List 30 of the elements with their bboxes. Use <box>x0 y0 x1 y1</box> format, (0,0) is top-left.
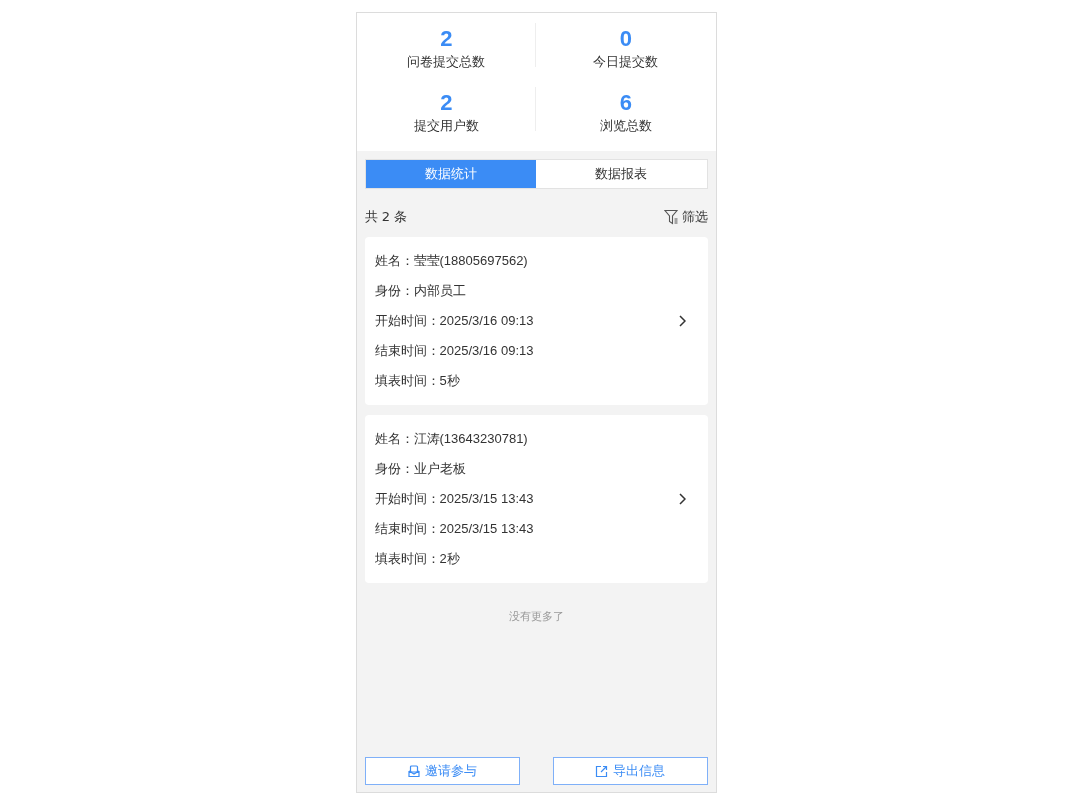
end-note: 没有更多了 <box>508 609 564 624</box>
record-field: 结束时间：2025/3/16 09:13 <box>374 336 679 366</box>
stat-value: 2 <box>440 26 453 52</box>
filter-icon <box>663 209 679 225</box>
record-card[interactable]: 姓名：江涛(13643230781) 身份：业户老板 开始时间：2025/3/15 13:43 结束时间：2025/3/15 13:43 填表时间：2秒 <box>364 415 708 583</box>
envelope-icon <box>407 764 420 778</box>
record-field: 身份：内部员工 <box>374 276 679 306</box>
stat-label: 提交用户数 <box>413 117 479 135</box>
chevron-right-icon <box>678 315 686 327</box>
record-field: 身份：业户老板 <box>374 454 679 484</box>
stat-value: 0 <box>619 26 632 52</box>
record-count: 共 2 条 <box>364 208 408 226</box>
stat-label: 问卷提交总数 <box>407 53 486 71</box>
export-button[interactable]: 导出信息 <box>552 757 708 785</box>
stat-value: 6 <box>619 90 632 116</box>
record-field: 姓名：江涛(13643230781) <box>374 424 679 454</box>
record-field: 开始时间：2025/3/16 09:13 <box>374 306 679 336</box>
stat-value: 2 <box>440 90 453 116</box>
stat-label: 今日提交数 <box>593 53 659 71</box>
record-field: 填表时间：5秒 <box>374 366 679 396</box>
export-icon <box>595 764 608 778</box>
record-card[interactable]: 姓名：莹莹(18805697562) 身份：内部员工 开始时间：2025/3/16 09:13 结束时间：2025/3/16 09:13 填表时间：5秒 <box>364 237 708 405</box>
record-field: 填表时间：2秒 <box>374 544 679 574</box>
record-field: 姓名：莹莹(18805697562) <box>374 246 679 276</box>
record-field: 开始时间：2025/3/15 13:43 <box>374 484 679 514</box>
filter-button[interactable]: 筛选 <box>663 208 708 226</box>
invite-button[interactable]: 邀请参与 <box>364 757 520 785</box>
stat-label: 浏览总数 <box>599 117 652 135</box>
record-field: 结束时间：2025/3/15 13:43 <box>374 514 679 544</box>
chevron-right-icon <box>678 493 686 505</box>
